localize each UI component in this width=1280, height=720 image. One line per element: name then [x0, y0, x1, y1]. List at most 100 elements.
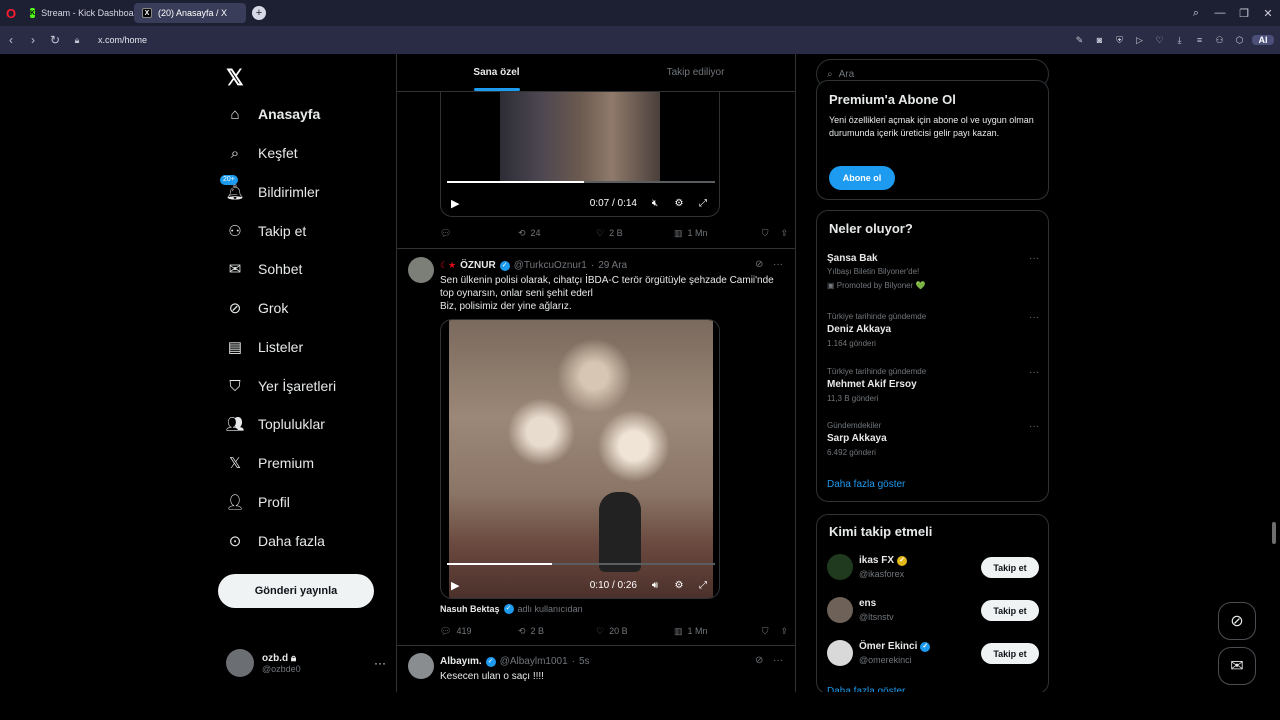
author-name[interactable]: Albayım. — [440, 656, 482, 667]
extension-icon[interactable]: ⬡ — [1232, 35, 1247, 46]
author-name[interactable]: ÖZNUR — [460, 260, 496, 271]
show-more-link[interactable]: Daha fazla göster — [827, 479, 905, 490]
retweet-button[interactable]: ⟲ 24 — [518, 228, 596, 239]
new-tab-button[interactable]: + — [252, 6, 266, 20]
grok-float-button[interactable]: ⊘ — [1218, 602, 1256, 640]
video-figure — [599, 492, 641, 572]
x-logo-icon[interactable]: 𝕏 — [226, 65, 244, 91]
trend-item[interactable]: Türkiye tarihinde gündemde Deniz Akkaya … — [827, 312, 1039, 348]
post-button[interactable]: Gönderi yayınla — [218, 574, 374, 608]
mute-icon[interactable]: 🔇︎ — [643, 198, 667, 209]
search-tabs-icon[interactable]: ⌕ — [1184, 7, 1208, 20]
ai-button[interactable]: AI — [1252, 35, 1274, 45]
heart-icon[interactable]: ♡ — [1152, 35, 1167, 46]
follow-button[interactable]: Takip et — [981, 600, 1039, 621]
grok-icon[interactable]: ⊘ — [755, 655, 763, 666]
shield-icon[interactable]: ⛨ — [1112, 35, 1127, 46]
video-progress-bar[interactable] — [447, 563, 715, 565]
video-player[interactable]: ▶ 0:10 / 0:26 🔊︎ ⚙ ⤢ — [440, 319, 720, 599]
more-dots-icon[interactable]: ··· — [1029, 312, 1039, 323]
settings-icon[interactable]: ⚙ — [667, 198, 691, 209]
reload-button[interactable]: ↻ — [44, 33, 66, 47]
video-player[interactable]: ▶ 0:07 / 0:14 🔇︎ ⚙ ⤢ — [440, 91, 720, 217]
video-progress-bar[interactable] — [447, 181, 715, 183]
trend-item[interactable]: Şansa Bak Yılbaşı Biletin Bilyoner'de! ▣… — [827, 253, 1039, 290]
follow-button[interactable]: Takip et — [981, 643, 1039, 664]
reply-button[interactable]: 💬︎ — [440, 228, 518, 239]
messages-float-button[interactable]: ✉ — [1218, 647, 1256, 685]
grok-icon[interactable]: ⊘ — [755, 259, 763, 270]
more-dots-icon[interactable]: ··· — [1029, 367, 1039, 378]
more-dots-icon[interactable]: ··· — [374, 656, 386, 670]
back-button[interactable]: ‹ — [0, 33, 22, 47]
volume-icon[interactable]: 🔊︎ — [643, 580, 667, 591]
browser-tab-x[interactable]: X (20) Anasayfa / X — [134, 3, 246, 23]
play-icon[interactable]: ▶ — [451, 579, 459, 592]
scrollbar-thumb[interactable] — [1272, 522, 1276, 544]
views-button[interactable]: ▥ 1 Mn — [674, 228, 752, 239]
nav-item-more[interactable]: ⊙ Daha fazla — [226, 528, 325, 554]
post-time[interactable]: 29 Ara — [598, 260, 627, 271]
camera-icon[interactable]: ◙ — [1092, 35, 1107, 45]
nav-item-explore[interactable]: ⌕ Keşfet — [226, 140, 298, 166]
follow-suggestion[interactable]: ens @ltsnstv Takip et — [827, 597, 1039, 627]
follow-suggestion[interactable]: ikas FX ✓ @ikasforex Takip et — [827, 554, 1039, 584]
nav-item-profile[interactable]: 👤︎ Profil — [225, 489, 289, 515]
play-icon[interactable]: ▷ — [1132, 35, 1147, 46]
scrollbar[interactable] — [1270, 54, 1278, 692]
edit-icon[interactable]: ✎ — [1072, 35, 1087, 46]
attribution-name[interactable]: Nasuh Bektaş — [440, 604, 500, 614]
fullscreen-icon[interactable]: ⤢ — [691, 198, 715, 209]
opera-logo-icon[interactable]: O — [0, 0, 22, 26]
nav-item-follow[interactable]: ⚇ Takip et — [226, 218, 306, 244]
download-icon[interactable]: ⤓ — [1172, 35, 1187, 46]
profile-icon[interactable]: ⚇ — [1212, 35, 1227, 46]
forward-button[interactable]: › — [22, 33, 44, 47]
nav-item-lists[interactable]: ▤ Listeler — [226, 334, 303, 360]
settings-icon[interactable]: ⚙ — [667, 580, 691, 591]
menu-icon[interactable]: ≡ — [1192, 35, 1207, 45]
reply-button[interactable]: 💬︎ 419 — [440, 626, 518, 637]
minimize-button[interactable]: — — [1208, 7, 1232, 19]
share-icon[interactable]: ⇪ — [780, 626, 788, 637]
post[interactable]: Albayım. ✓ @Albaylm1001 · 5s ⊘ ··· Kesec… — [397, 653, 795, 692]
timeline: Sana özel Takip ediliyor ▶ 0:07 / 0:14 🔇… — [396, 54, 796, 692]
nav-item-communities[interactable]: 👥︎ Topluluklar — [225, 411, 324, 437]
bookmark-icon[interactable]: ⛉ — [762, 228, 769, 239]
tab-following[interactable]: Takip ediliyor — [596, 54, 795, 91]
follow-button[interactable]: Takip et — [981, 557, 1039, 578]
nav-item-bookmarks[interactable]: ⛉ Yer İşaretleri — [226, 373, 336, 399]
lock-icon[interactable]: 🔒︎ — [66, 35, 88, 46]
like-button[interactable]: ♡ 2 B — [596, 228, 674, 239]
more-dots-icon[interactable]: ··· — [1029, 253, 1039, 264]
post-time[interactable]: 5s — [579, 656, 590, 667]
author-handle[interactable]: @Albaylm1001 — [500, 656, 568, 667]
nav-item-messages[interactable]: ✉ Sohbet — [226, 256, 303, 282]
subscribe-button[interactable]: Abone ol — [829, 166, 895, 190]
url-field[interactable]: x.com/home — [98, 35, 147, 45]
retweet-button[interactable]: ⟲ 2 B — [518, 626, 596, 637]
post[interactable]: ☾★ ÖZNUR ✓ @TurkcuOznur1 · 29 Ara ⊘ ··· … — [397, 257, 795, 643]
nav-item-notifications[interactable]: 🔔︎ 20+ Bildirimler — [220, 175, 319, 205]
share-icon[interactable]: ⇪ — [780, 228, 788, 239]
trend-item[interactable]: Gündemdekiler Sarp Akkaya 6.492 gönderi … — [827, 421, 1039, 457]
nav-item-home[interactable]: ⌂ Anasayfa — [226, 101, 320, 127]
close-window-button[interactable]: ✕ — [1256, 7, 1280, 20]
trend-item[interactable]: Türkiye tarihinde gündemde Mehmet Akif E… — [827, 367, 1039, 403]
nav-item-grok[interactable]: ⊘ Grok — [226, 295, 289, 321]
more-dots-icon[interactable]: ··· — [773, 259, 783, 270]
fullscreen-icon[interactable]: ⤢ — [691, 580, 715, 591]
more-dots-icon[interactable]: ··· — [1029, 421, 1039, 432]
tab-for-you[interactable]: Sana özel — [397, 54, 596, 91]
account-switcher[interactable]: ozb.d 🔒︎ @ozbde0 ··· — [226, 648, 386, 678]
views-button[interactable]: ▥ 1 Mn — [674, 626, 752, 637]
follow-suggestion[interactable]: Ömer Ekinci ✓ @omerekinci Takip et — [827, 640, 1039, 670]
more-dots-icon[interactable]: ··· — [773, 655, 783, 666]
author-handle[interactable]: @TurkcuOznur1 — [514, 260, 587, 271]
play-icon[interactable]: ▶ — [451, 197, 459, 210]
browser-tab-kick[interactable]: K Stream - Kick Dashboard — [22, 3, 134, 23]
nav-item-premium[interactable]: 𝕏 Premium — [226, 450, 314, 476]
bookmark-icon[interactable]: ⛉ — [762, 626, 769, 637]
restore-button[interactable]: ❐ — [1232, 7, 1256, 20]
like-button[interactable]: ♡ 20 B — [596, 626, 674, 637]
